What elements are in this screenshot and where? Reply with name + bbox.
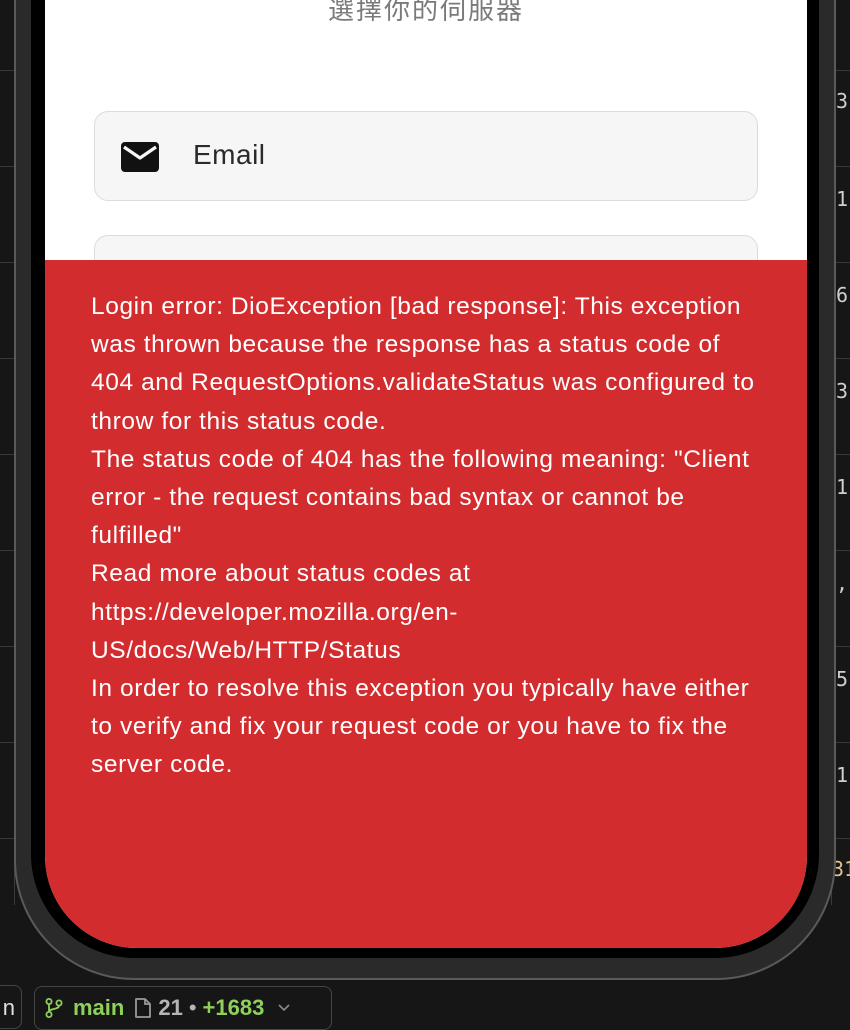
- separator-dot: •: [188, 995, 197, 1020]
- editor-cell-value: 1: [836, 763, 849, 787]
- error-snackbar: Login error: DioException [bad response]…: [45, 260, 807, 948]
- file-icon: [134, 997, 152, 1019]
- phone-screen: 選擇你的伺服器 Email Login error: DioException …: [45, 0, 807, 948]
- server-select-subtitle: 選擇你的伺服器: [327, 0, 524, 25]
- status-left-chip[interactable]: n: [0, 985, 22, 1029]
- mail-icon: [121, 142, 159, 172]
- editor-cell-value: ,: [836, 571, 849, 595]
- error-message: Login error: DioException [bad response]…: [91, 293, 755, 779]
- editor-cell-value: 6: [836, 283, 849, 307]
- editor-cell-value: 3: [836, 89, 849, 113]
- editor-cell-value: 1: [836, 187, 849, 211]
- added-lines-count: +1683: [202, 995, 265, 1020]
- editor-table-left-edge: [0, 0, 15, 905]
- editor-cell-value: 1: [836, 475, 849, 499]
- branch-name: main: [73, 995, 125, 1020]
- editor-cell-value: 5: [836, 667, 849, 691]
- email-placeholder: Email: [193, 139, 266, 170]
- git-branch-icon: [43, 997, 65, 1019]
- changed-files-count: 21: [158, 995, 183, 1020]
- email-field[interactable]: Email: [94, 111, 758, 201]
- chevron-down-icon[interactable]: [278, 999, 290, 1017]
- status-bar: n main 21 • +1683: [0, 985, 850, 1030]
- git-branch-chip[interactable]: main 21 • +1683: [34, 986, 332, 1030]
- editor-cell-value: 3: [836, 379, 849, 403]
